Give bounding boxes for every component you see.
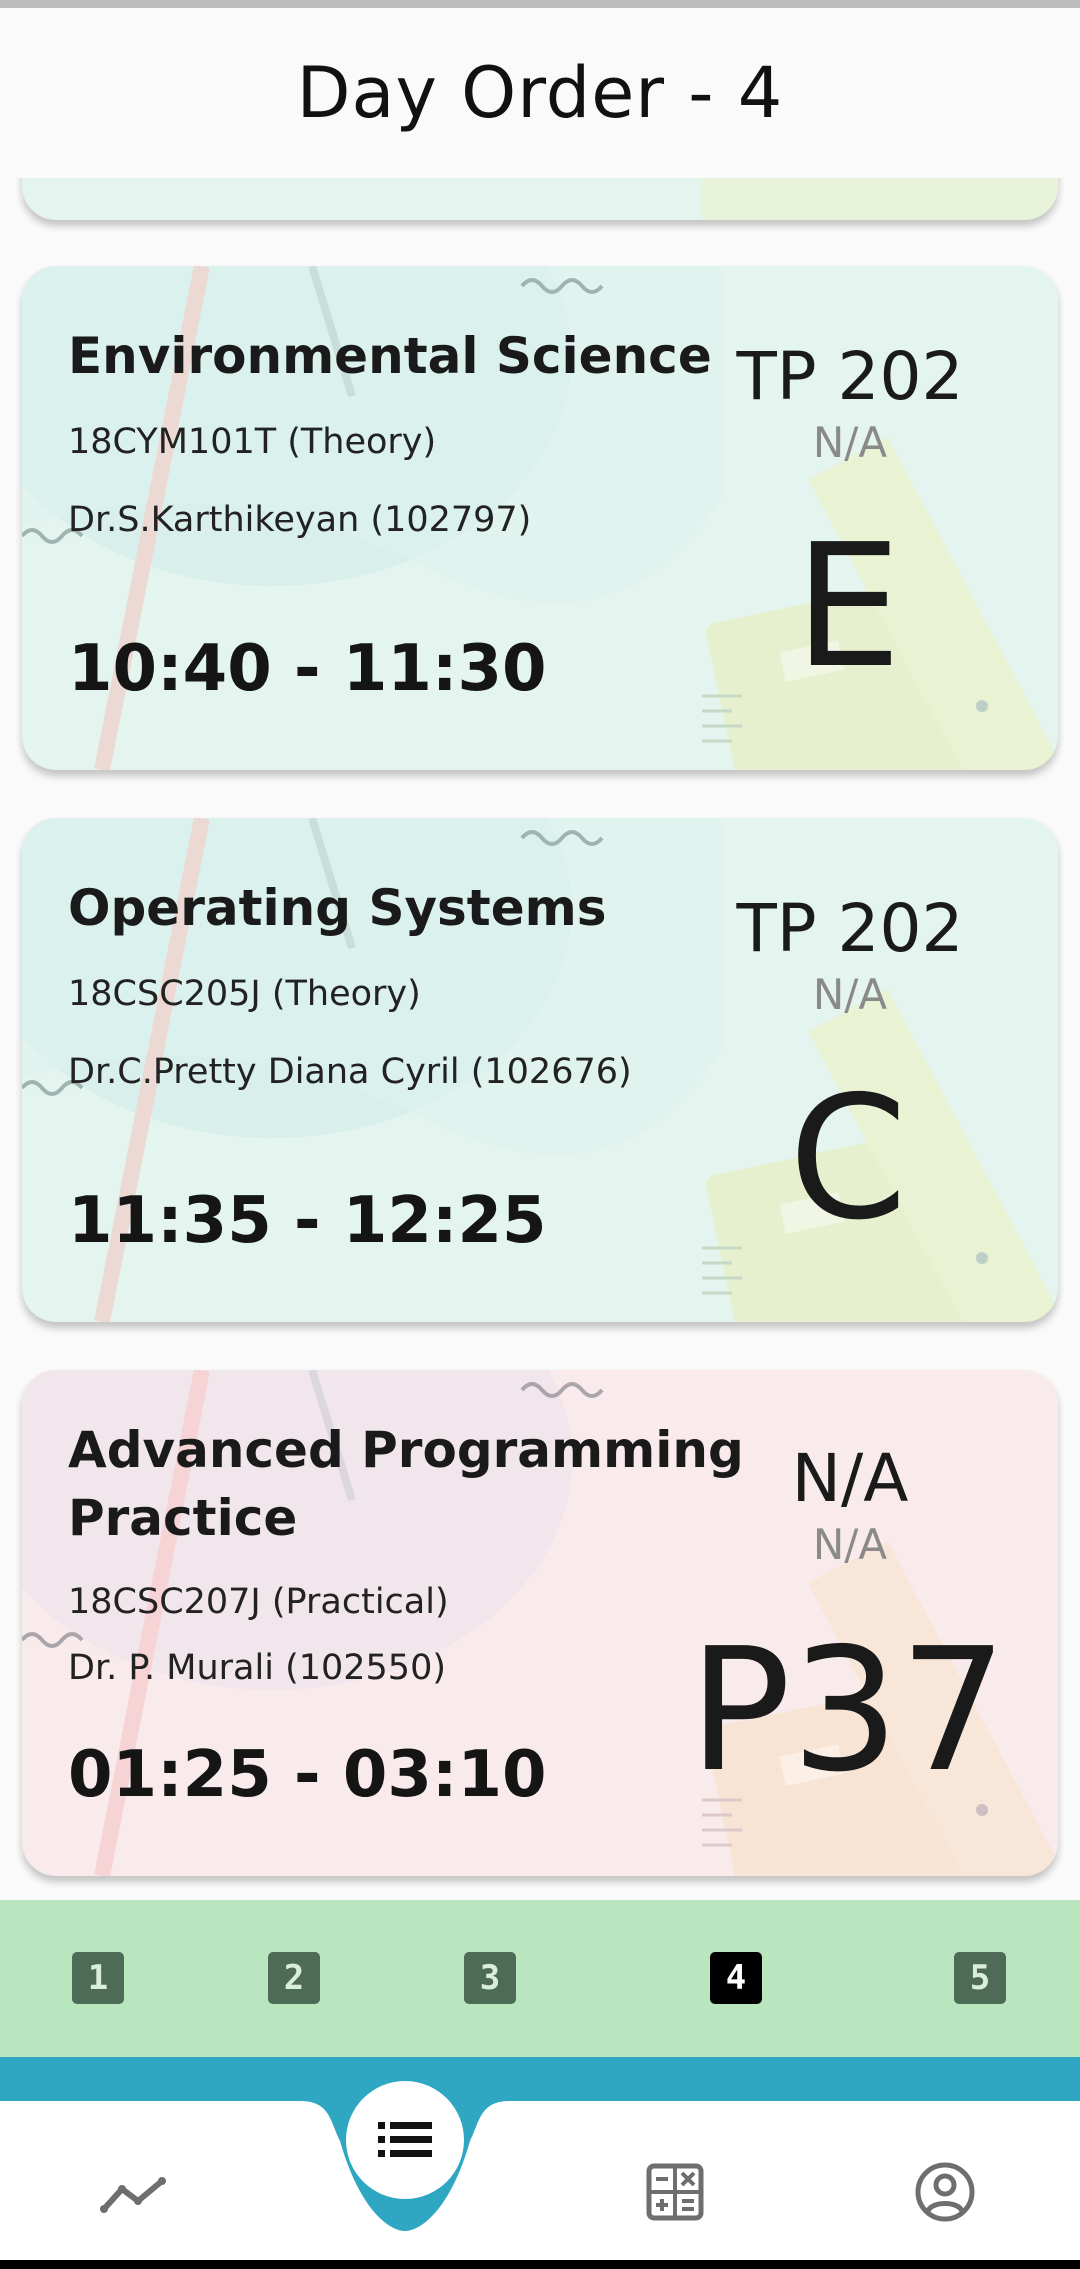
account-icon[interactable] bbox=[906, 2153, 984, 2231]
day-button-2[interactable]: 2 bbox=[268, 1952, 320, 2004]
class-card-partial[interactable] bbox=[22, 178, 1058, 220]
trend-icon[interactable] bbox=[96, 2157, 172, 2233]
day-button-3[interactable]: 3 bbox=[464, 1952, 516, 2004]
faculty-name: Dr.S.Karthikeyan (102797) bbox=[68, 500, 532, 540]
course-title: Advanced Programming Practice bbox=[68, 1421, 744, 1547]
slot-letter: E bbox=[794, 508, 902, 706]
room-number: TP 202 bbox=[736, 338, 964, 415]
slot-letter: C bbox=[788, 1060, 908, 1258]
class-time: 01:25 - 03:10 bbox=[68, 1738, 547, 1812]
course-title: Environmental Science bbox=[68, 327, 712, 385]
timetable-list[interactable]: Environmental Science 18CYM101T (Theory)… bbox=[0, 178, 1080, 1900]
room-number: TP 202 bbox=[736, 890, 964, 967]
faculty-name: Dr. P. Murali (102550) bbox=[68, 1648, 446, 1688]
class-time: 10:40 - 11:30 bbox=[68, 632, 547, 706]
course-title: Operating Systems bbox=[68, 879, 607, 937]
room-sub-label: N/A bbox=[812, 1520, 888, 1569]
day-button-5[interactable]: 5 bbox=[954, 1952, 1006, 2004]
course-code: 18CSC205J (Theory) bbox=[68, 974, 421, 1014]
class-time: 11:35 - 12:25 bbox=[68, 1184, 547, 1258]
calculator-icon[interactable] bbox=[638, 2155, 712, 2229]
room-sub-label: N/A bbox=[812, 970, 888, 1019]
day-order-selector: 1 2 3 4 5 bbox=[0, 1900, 1080, 2057]
day-button-4[interactable]: 4 bbox=[710, 1952, 762, 2004]
app-header: Day Order - 4 bbox=[0, 8, 1080, 178]
bottom-navigation bbox=[0, 2057, 1080, 2269]
class-card[interactable]: Environmental Science 18CYM101T (Theory)… bbox=[22, 266, 1058, 770]
course-code: 18CSC207J (Practical) bbox=[68, 1582, 449, 1622]
course-code: 18CYM101T (Theory) bbox=[68, 422, 437, 462]
day-button-1[interactable]: 1 bbox=[72, 1952, 124, 2004]
slot-label: P37 bbox=[688, 1612, 1008, 1810]
card-background-pattern bbox=[702, 178, 1058, 220]
class-card[interactable]: Advanced Programming Practice 18CSC207J … bbox=[22, 1370, 1058, 1876]
faculty-name: Dr.C.Pretty Diana Cyril (102676) bbox=[68, 1052, 632, 1092]
class-card[interactable]: Operating Systems 18CSC205J (Theory) Dr.… bbox=[22, 818, 1058, 1322]
page-title: Day Order - 4 bbox=[296, 52, 784, 134]
status-strip bbox=[0, 0, 1080, 8]
list-icon[interactable] bbox=[346, 2081, 464, 2199]
room-sub-label: N/A bbox=[812, 418, 888, 467]
system-nav-strip bbox=[0, 2260, 1080, 2269]
room-number: N/A bbox=[791, 1440, 909, 1517]
